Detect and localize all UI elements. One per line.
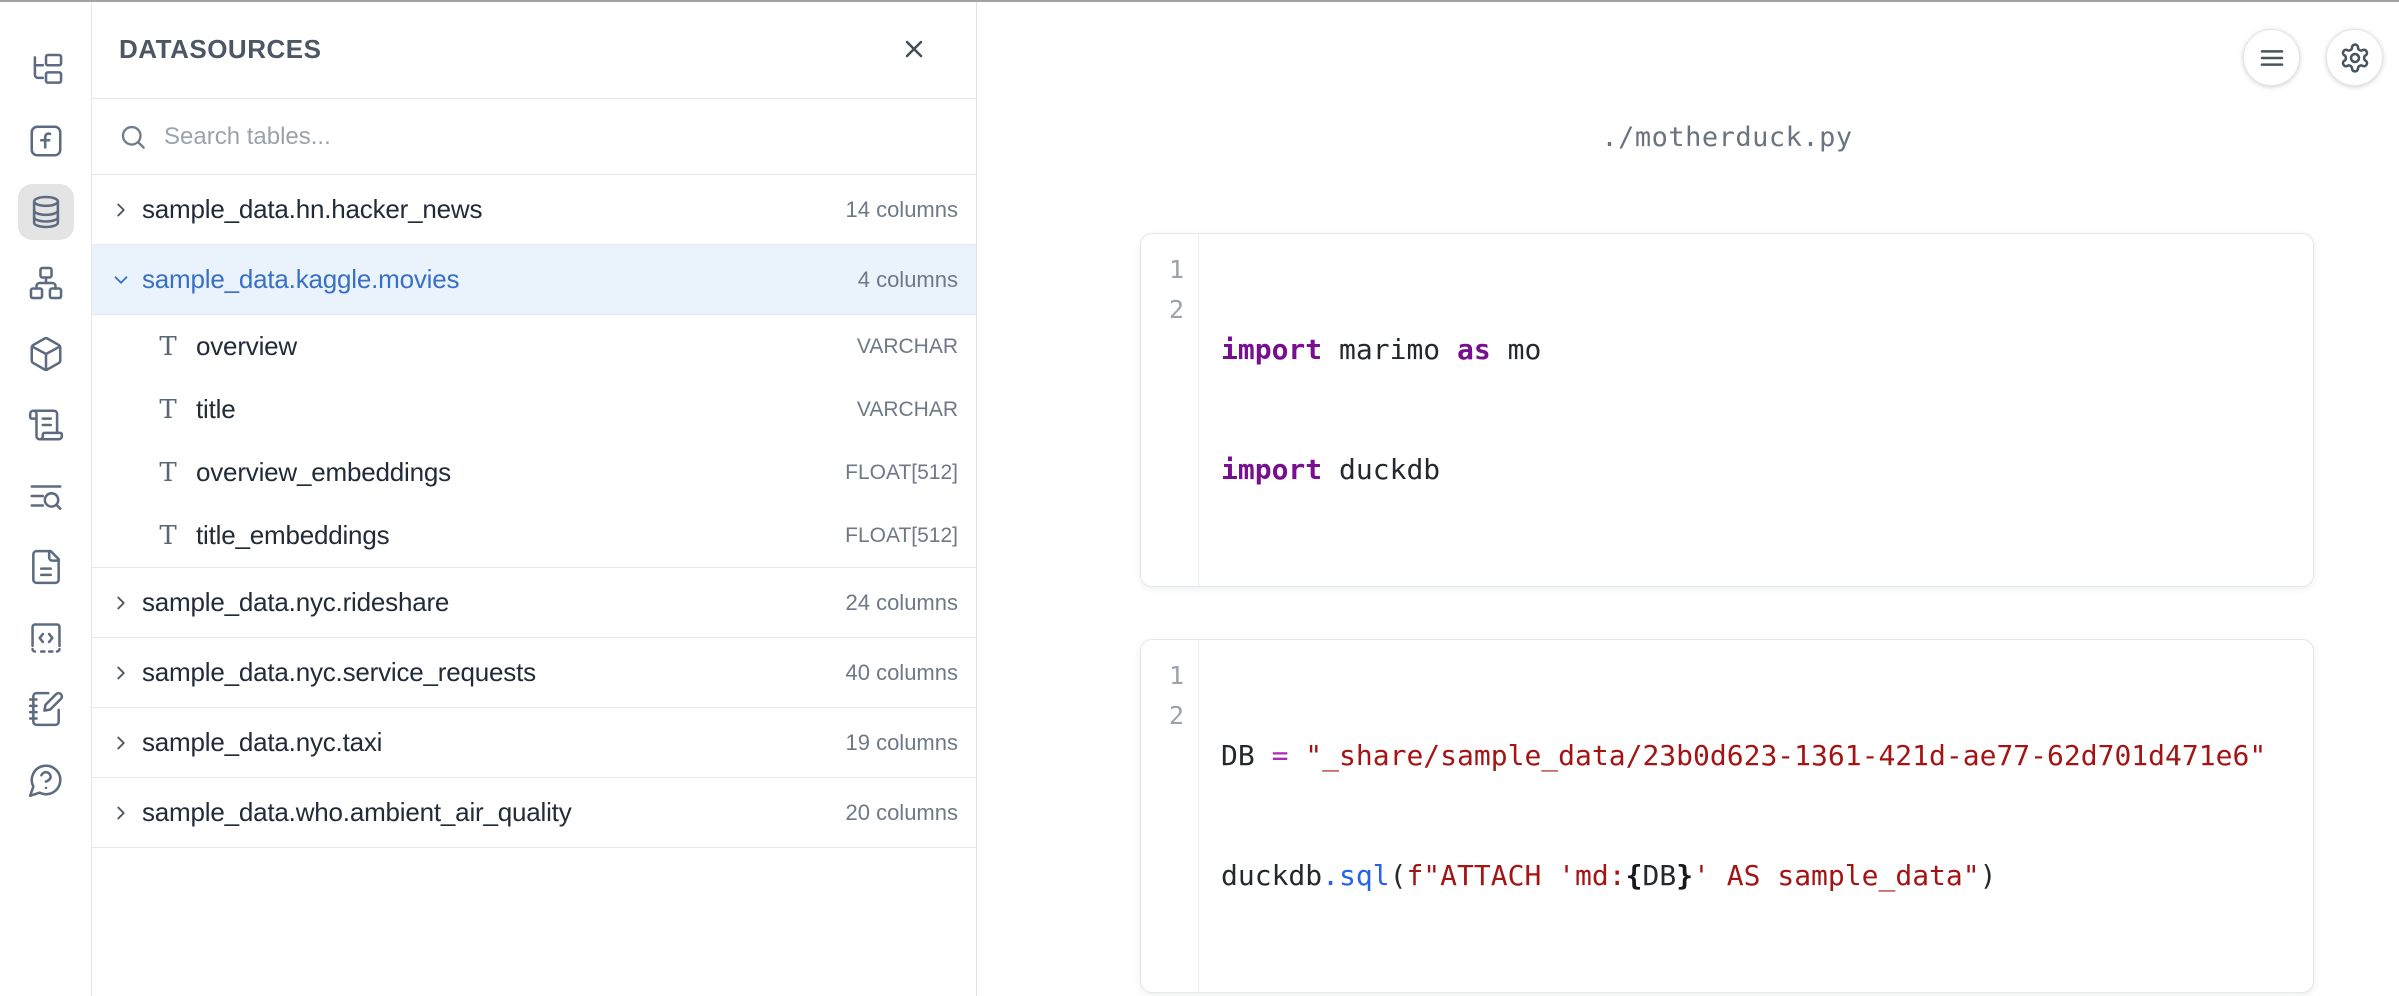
- datasources-button[interactable]: [18, 184, 74, 240]
- packages-button[interactable]: [18, 326, 74, 382]
- scratchpad-button[interactable]: [18, 681, 74, 737]
- variables-button[interactable]: [18, 113, 74, 169]
- file-explorer-button[interactable]: [18, 42, 74, 98]
- scratchpad-icon: [27, 690, 65, 728]
- left-icon-rail: [0, 0, 92, 996]
- line-number: 2: [1141, 696, 1184, 736]
- column-row-title-embeddings[interactable]: T title_embeddings FLOAT[512]: [92, 504, 976, 567]
- text-type-icon: T: [158, 395, 178, 425]
- kaggle-movies-columns: T overview VARCHAR T title VARCHAR T ove…: [92, 315, 976, 568]
- table-name: sample_data.nyc.rideshare: [142, 587, 833, 618]
- settings-button[interactable]: [2326, 29, 2383, 86]
- table-column-count: 19 columns: [833, 730, 958, 756]
- logs-button[interactable]: [18, 468, 74, 524]
- table-name: sample_data.who.ambient_air_quality: [142, 797, 833, 828]
- table-name: sample_data.hn.hacker_news: [142, 194, 833, 225]
- cube-icon: [27, 335, 65, 373]
- table-column-count: 20 columns: [833, 800, 958, 826]
- code-line: import duckdb: [1221, 450, 2297, 490]
- column-type: FLOAT[512]: [845, 524, 958, 548]
- list-search-icon: [27, 477, 65, 515]
- table-row-ambient-air-quality[interactable]: sample_data.who.ambient_air_quality 20 c…: [92, 778, 976, 848]
- column-name: overview_embeddings: [196, 457, 827, 488]
- table-name: sample_data.nyc.taxi: [142, 727, 833, 758]
- table-list: sample_data.hn.hacker_news 14 columns sa…: [92, 175, 976, 996]
- code-snippet-icon: [27, 619, 65, 657]
- help-icon: [27, 761, 65, 799]
- search-icon: [118, 122, 148, 152]
- datasources-panel: DATASOURCES sample_data.hn.hacker_news 1…: [92, 0, 977, 996]
- database-icon: [27, 193, 65, 231]
- search-tables-input[interactable]: [164, 123, 952, 151]
- column-type: VARCHAR: [857, 335, 958, 359]
- help-button[interactable]: [18, 752, 74, 808]
- text-type-icon: T: [158, 521, 178, 551]
- document-icon: [27, 548, 65, 586]
- outline-button[interactable]: [18, 397, 74, 453]
- line-number-gutter: 1 2: [1141, 234, 1199, 586]
- table-column-count: 4 columns: [846, 267, 958, 293]
- datasources-panel-header: DATASOURCES: [92, 0, 976, 99]
- chevron-right-icon: [110, 732, 132, 754]
- code-line: DB = "_share/sample_data/23b0d623-1361-4…: [1221, 736, 2297, 776]
- table-name: sample_data.kaggle.movies: [142, 264, 846, 295]
- chevron-right-icon: [110, 802, 132, 824]
- documentation-button[interactable]: [18, 539, 74, 595]
- column-name: title: [196, 394, 839, 425]
- table-search-row: [92, 99, 976, 175]
- panel-title: DATASOURCES: [119, 34, 321, 65]
- column-row-overview[interactable]: T overview VARCHAR: [92, 315, 976, 378]
- chevron-right-icon: [110, 592, 132, 614]
- app-window: DATASOURCES sample_data.hn.hacker_news 1…: [0, 0, 2399, 996]
- column-type: FLOAT[512]: [845, 461, 958, 485]
- line-number: 1: [1141, 250, 1184, 290]
- table-row-kaggle-movies[interactable]: sample_data.kaggle.movies 4 columns: [92, 245, 976, 315]
- line-number: 1: [1141, 656, 1184, 696]
- code-cell-attach-db[interactable]: 1 2 DB = "_share/sample_data/23b0d623-13…: [1140, 639, 2314, 993]
- code-editor[interactable]: DB = "_share/sample_data/23b0d623-1361-4…: [1199, 640, 2313, 992]
- table-column-count: 40 columns: [833, 660, 958, 686]
- notebook-area: ./motherduck.py 1 2 import marimo as mo …: [977, 0, 2399, 996]
- folder-tree-icon: [27, 51, 65, 89]
- column-row-overview-embeddings[interactable]: T overview_embeddings FLOAT[512]: [92, 441, 976, 504]
- code-line: import marimo as mo: [1221, 330, 2297, 370]
- text-type-icon: T: [158, 332, 178, 362]
- table-row-hacker-news[interactable]: sample_data.hn.hacker_news 14 columns: [92, 175, 976, 245]
- close-panel-button[interactable]: [892, 27, 936, 71]
- sitemap-icon: [27, 264, 65, 302]
- notebook-filename: ./motherduck.py: [1140, 122, 2314, 154]
- table-name: sample_data.nyc.service_requests: [142, 657, 833, 688]
- table-row-taxi[interactable]: sample_data.nyc.taxi 19 columns: [92, 708, 976, 778]
- table-row-service-requests[interactable]: sample_data.nyc.service_requests 40 colu…: [92, 638, 976, 708]
- line-number-gutter: 1 2: [1141, 640, 1199, 992]
- function-square-icon: [27, 122, 65, 160]
- text-type-icon: T: [158, 458, 178, 488]
- chevron-right-icon: [110, 662, 132, 684]
- snippets-button[interactable]: [18, 610, 74, 666]
- gear-icon: [2339, 42, 2371, 74]
- code-line: duckdb.sql(f"ATTACH 'md:{DB}' AS sample_…: [1221, 856, 2297, 896]
- column-name: title_embeddings: [196, 520, 827, 551]
- notebook-column: ./motherduck.py 1 2 import marimo as mo …: [1140, 0, 2314, 996]
- dependencies-button[interactable]: [18, 255, 74, 311]
- column-type: VARCHAR: [857, 398, 958, 422]
- close-icon: [900, 35, 928, 63]
- table-column-count: 24 columns: [833, 590, 958, 616]
- scroll-icon: [27, 406, 65, 444]
- code-cell-imports[interactable]: 1 2 import marimo as mo import duckdb: [1140, 233, 2314, 587]
- line-number: 2: [1141, 290, 1184, 330]
- table-row-rideshare[interactable]: sample_data.nyc.rideshare 24 columns: [92, 568, 976, 638]
- column-row-title[interactable]: T title VARCHAR: [92, 378, 976, 441]
- chevron-right-icon: [110, 199, 132, 221]
- code-editor[interactable]: import marimo as mo import duckdb: [1199, 234, 2313, 586]
- chevron-down-icon: [110, 269, 132, 291]
- table-column-count: 14 columns: [833, 197, 958, 223]
- column-name: overview: [196, 331, 839, 362]
